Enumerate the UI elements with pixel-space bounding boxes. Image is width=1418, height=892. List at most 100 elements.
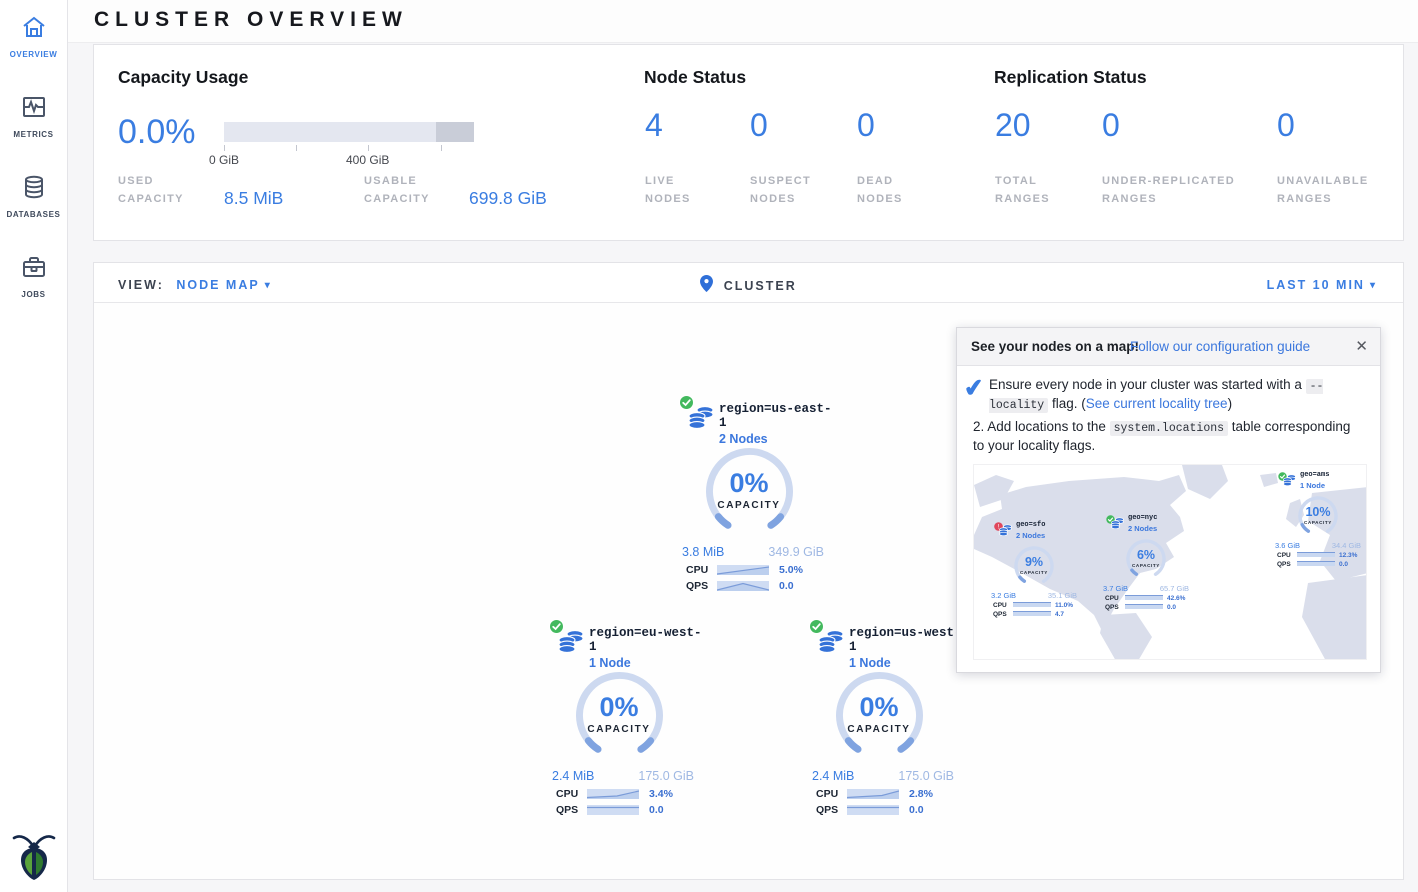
view-toolbar: VIEW: NODE MAP▾ CLUSTER LAST 10 MIN▾ [94,263,1403,303]
qps-value: 4.7 [1055,610,1064,619]
node-usable-capacity: 175.0 GiB [898,769,954,783]
database-stack-icon [998,523,1013,543]
node-region-label: region=eu-west-1 [589,626,704,654]
usable-capacity-value: 699.8 GiB [469,188,547,209]
sidebar-item-databases[interactable]: DATABASES [0,174,67,219]
preview-geo-label: geo=ams [1300,471,1329,481]
cpu-label: CPU [1277,551,1291,560]
map-node-group-us-east-1[interactable]: region=us-east-1 2 Nodes 0% CAPACITY 3.8… [664,399,834,592]
node-used-capacity: 3.2 GiB [991,591,1016,602]
cpu-value: 42.6% [1167,594,1185,603]
locality-tree-link[interactable]: See current locality tree [1086,396,1228,411]
node-used-capacity: 2.4 MiB [552,769,594,783]
capacity-gauge: 0% CAPACITY [572,668,667,763]
qps-label: QPS [816,804,838,816]
capacity-label: CAPACITY [1295,520,1341,526]
sidebar-item-overview[interactable]: OVERVIEW [0,14,67,59]
breadcrumb-cluster[interactable]: CLUSTER [724,279,797,293]
preview-geo-label: geo=sfo [1016,521,1045,531]
node-usable-capacity: 34.4 GiB [1332,541,1361,552]
qps-sparkline [1013,611,1051,616]
qps-sparkline [1297,561,1335,566]
cpu-value: 3.4% [649,788,673,800]
healthy-check-icon [809,619,824,639]
main-content: CLUSTER OVERVIEW Capacity Usage 0.0% 0 G… [68,0,1418,892]
popup-title: See your nodes on a map! [971,339,1139,354]
qps-value: 0.0 [779,580,794,592]
node-usable-capacity: 175.0 GiB [638,769,694,783]
capacity-percent: 0% [702,468,797,499]
database-stack-icon [1110,516,1125,536]
capacity-percent: 6% [1123,547,1169,565]
capacity-label: CAPACITY [832,724,927,735]
preview-node-count: 2 Nodes [1128,524,1157,535]
node-used-capacity: 2.4 MiB [812,769,854,783]
qps-label: QPS [993,610,1007,619]
node-usable-capacity: 349.9 GiB [768,545,824,559]
preview-node-nyc: geo=nyc 2 Nodes 6% CAPACITY [1100,513,1192,610]
qps-label: QPS [1277,560,1291,569]
axis-tick [224,145,225,151]
cpu-label: CPU [686,564,708,576]
time-range-dropdown[interactable]: LAST 10 MIN▾ [1267,278,1377,292]
dead-nodes-value: 0 [857,107,875,144]
replication-status-title: Replication Status [994,67,1147,88]
configuration-guide-link[interactable]: Follow our configuration guide [1130,339,1310,354]
popup-header: See your nodes on a map! Follow our conf… [957,328,1380,366]
unavailable-ranges-value: 0 [1277,107,1295,144]
map-node-group-us-west-1[interactable]: region=us-west-1 1 Node 0% CAPACITY 2.4 … [794,623,964,816]
map-pin-icon [700,279,717,296]
cockroachdb-logo[interactable] [10,830,58,882]
sidebar-item-jobs[interactable]: JOBS [0,254,67,299]
qps-label: QPS [686,580,708,592]
cpu-label: CPU [1105,594,1119,603]
capacity-label: CAPACITY [1011,570,1057,576]
capacity-percent: 0.0% [118,113,196,152]
axis-tick [368,145,369,151]
capacity-percent: 10% [1295,504,1341,522]
axis-tick [296,145,297,151]
home-icon [21,14,47,45]
total-ranges-value: 20 [995,107,1031,144]
titlebar: CLUSTER OVERVIEW [68,0,1418,43]
unavailable-ranges-label: UNAVAILABLE RANGES [1277,173,1369,208]
capacity-percent: 0% [832,692,927,723]
capacity-usage-title: Capacity Usage [118,67,248,88]
capacity-gauge: 0% CAPACITY [832,668,927,763]
node-usable-capacity: 35.1 GiB [1048,591,1077,602]
qps-value: 0.0 [909,804,924,816]
qps-value: 0.0 [649,804,664,816]
preview-node-sfo: ! geo=sfo 2 Nodes [988,520,1080,617]
close-icon[interactable]: ✕ [1355,337,1368,355]
preview-node-count: 1 Node [1300,481,1329,492]
cpu-value: 11.0% [1055,601,1073,610]
capacity-gauge: 9% CAPACITY [1011,543,1057,589]
cpu-value: 5.0% [779,564,803,576]
under-replicated-ranges-label: UNDER-REPLICATED RANGES [1102,173,1235,208]
node-usable-capacity: 65.7 GiB [1160,584,1189,595]
qps-label: QPS [1105,603,1119,612]
metrics-icon [21,94,47,125]
map-node-group-eu-west-1[interactable]: region=eu-west-1 1 Node 0% CAPACITY 2.4 … [534,623,704,816]
page-title: CLUSTER OVERVIEW [94,8,408,32]
setup-step-2: 2. Add locations to the system.locations… [973,418,1364,456]
live-nodes-value: 4 [645,107,663,144]
capacity-gauge: 6% CAPACITY [1123,536,1169,582]
capacity-gauge: 10% CAPACITY [1295,493,1341,539]
preview-node-count: 2 Nodes [1016,531,1045,542]
under-replicated-ranges-value: 0 [1102,107,1120,144]
chevron-down-icon: ▾ [1370,280,1377,291]
node-used-capacity: 3.6 GiB [1275,541,1300,552]
jobs-icon [21,254,47,285]
used-capacity-value: 8.5 MiB [224,188,283,209]
cpu-value: 12.3% [1339,551,1357,560]
healthy-check-icon [549,619,564,639]
suspect-nodes-value: 0 [750,107,768,144]
capacity-label: CAPACITY [1123,563,1169,569]
qps-value: 0.0 [1167,603,1176,612]
axis-tick-label: 0 GiB [209,153,239,167]
preview-node-ams: geo=ams 1 Node 10% CAPACITY [1272,470,1364,567]
capacity-label: CAPACITY [572,724,667,735]
sidebar-item-metrics[interactable]: METRICS [0,94,67,139]
qps-sparkline [1125,604,1163,609]
